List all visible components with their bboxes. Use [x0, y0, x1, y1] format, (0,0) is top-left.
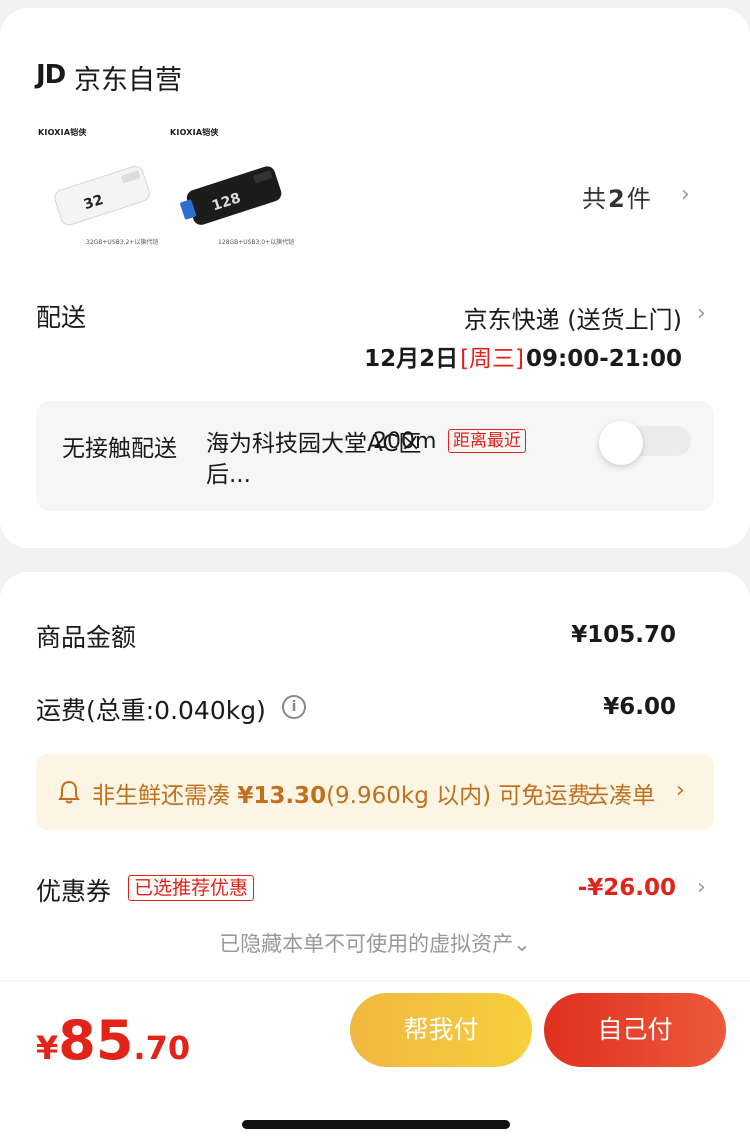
contactless-distance: 200m [373, 429, 437, 454]
product-caption: 32GB+USB3.2+以旗代铠 [86, 239, 159, 246]
chevron-right-icon[interactable]: › [697, 875, 706, 900]
product-thumbnail[interactable]: KIOXIA铠侠 128 128GB+USB3.0+以旗代铠 [168, 121, 294, 251]
help-me-pay-button[interactable]: 帮我付 [350, 993, 532, 1067]
contactless-delivery-box: 无接触配送 海为科技园大堂AC区后... 200m 距离最近 [36, 401, 714, 511]
delivery-label: 配送 [36, 303, 87, 332]
contactless-label: 无接触配送 [62, 436, 177, 462]
bell-icon [58, 780, 80, 804]
coupon-recommended-tag: 已选推荐优惠 [128, 875, 255, 901]
item-count-number: 2 [608, 185, 625, 213]
total-price: ¥85.70 [36, 1009, 190, 1072]
price-decimal: .70 [133, 1029, 191, 1067]
store-name: 京东自营 [74, 65, 182, 96]
info-icon[interactable]: i [282, 695, 306, 719]
product-thumbnail[interactable]: KIOXIA铠侠 32 32GB+USB3.2+以旗代铠 [36, 121, 158, 251]
coupon-label: 优惠券 [36, 877, 112, 906]
nearest-tag: 距离最近 [448, 429, 526, 453]
delivery-weekday: [周三] [460, 346, 525, 372]
notice-text-pre: 非生鲜还需凑 [92, 783, 230, 809]
toggle-knob [599, 421, 643, 465]
home-indicator [242, 1120, 510, 1129]
delivery-method[interactable]: 京东快递 (送货上门) [464, 300, 682, 335]
delivery-time-range: 09:00-21:00 [526, 346, 682, 372]
store-card: JD 京东自营 KIOXIA铠侠 32 32GB+USB3.2+以旗代铠 KIO… [0, 8, 750, 548]
chevron-right-icon[interactable]: › [681, 182, 690, 207]
item-count-suffix: 件 [626, 185, 651, 213]
item-count[interactable]: 共2件 [582, 179, 651, 214]
notice-amount: ¥13.30 [237, 783, 327, 809]
delivery-date: 12月2日 [364, 346, 459, 372]
add-items-link[interactable]: 去凑单 [586, 776, 655, 810]
chevron-right-icon[interactable]: › [697, 301, 706, 326]
usb-drive-black-image: 128 [180, 166, 282, 225]
free-shipping-notice[interactable]: 非生鲜还需凑 ¥13.30(9.960kg 以内) 可免运费 去凑单 › [36, 754, 714, 830]
notice-text: 非生鲜还需凑 ¥13.30(9.960kg 以内) 可免运费 [92, 776, 590, 810]
chevron-right-icon[interactable]: › [676, 778, 685, 803]
checkout-footer: ¥85.70 帮我付 自己付 [0, 980, 750, 1080]
notice-text-post: (9.960kg 以内) 可免运费 [326, 783, 591, 809]
goods-amount-label: 商品金额 [36, 623, 137, 652]
coupon-amount[interactable]: -¥26.00 [578, 875, 676, 901]
goods-amount-value: ¥105.70 [571, 622, 676, 648]
contactless-toggle[interactable] [599, 421, 691, 465]
price-integer: 85 [58, 1009, 134, 1072]
product-brand: KIOXIA铠侠 [170, 128, 219, 137]
hidden-assets-toggle[interactable]: 已隐藏本单不可使用的虚拟资产⌄ [0, 928, 750, 958]
item-count-prefix: 共 [582, 185, 606, 213]
product-caption: 128GB+USB3.0+以旗代铠 [218, 239, 295, 246]
price-currency: ¥ [36, 1029, 59, 1067]
usb-drive-white-image: 32 [54, 165, 150, 226]
jd-logo: JD [36, 60, 66, 90]
shipping-amount-value: ¥6.00 [603, 694, 676, 720]
delivery-time[interactable]: 12月2日[周三]09:00-21:00 [364, 339, 682, 373]
product-brand: KIOXIA铠侠 [38, 128, 87, 137]
shipping-label: 运费(总重:0.040kg) [36, 696, 266, 725]
pay-myself-button[interactable]: 自己付 [544, 993, 726, 1067]
